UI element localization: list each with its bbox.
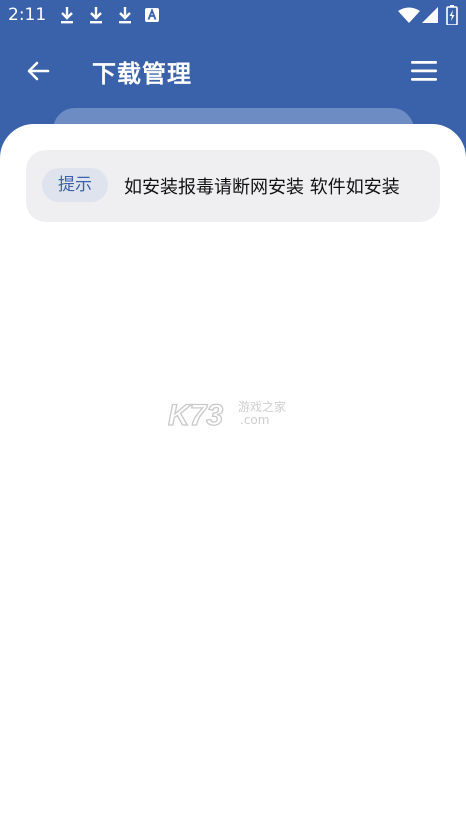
watermark-subtitle: 游戏之家 bbox=[238, 399, 286, 414]
a-box-icon bbox=[145, 8, 159, 22]
download-icon bbox=[61, 7, 73, 24]
wifi-icon bbox=[398, 7, 420, 23]
hamburger-menu-icon[interactable] bbox=[406, 54, 442, 88]
back-arrow-icon[interactable] bbox=[22, 54, 56, 88]
status-bar: 2:11 bbox=[0, 0, 466, 32]
notice-marquee-text: 如安装报毒请断网安装 软件如安装 bbox=[124, 177, 400, 198]
download-icon bbox=[119, 7, 131, 24]
battery-icon bbox=[446, 5, 458, 25]
notice-badge: 提示 bbox=[42, 168, 108, 202]
k73-watermark-logo: K73 游戏之家 .com bbox=[168, 398, 286, 432]
watermark-logo-text: K73 bbox=[168, 399, 223, 432]
signal-icon bbox=[422, 7, 438, 23]
notice-marquee: 如安装报毒请断网安装 软件如安装 bbox=[124, 168, 426, 204]
notice-bar[interactable]: 提示 如安装报毒请断网安装 软件如安装 bbox=[26, 150, 440, 222]
watermark-domain: .com bbox=[240, 413, 269, 427]
page-title: 下载管理 bbox=[92, 60, 192, 88]
content-sheet bbox=[0, 124, 466, 828]
download-icon bbox=[90, 7, 102, 24]
status-time: 2:11 bbox=[8, 5, 47, 25]
